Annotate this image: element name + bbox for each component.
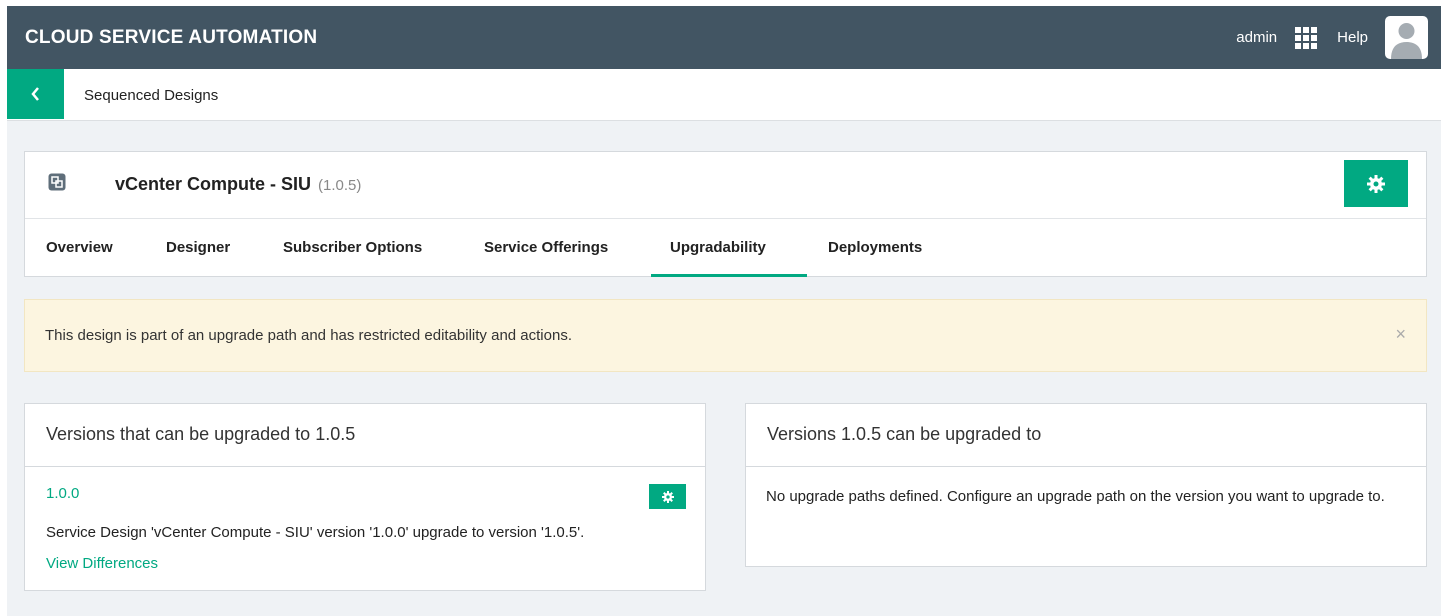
alert-message: This design is part of an upgrade path a… [45, 327, 572, 344]
design-name: vCenter Compute - SIU [115, 174, 312, 194]
active-tab-indicator [651, 274, 807, 277]
gear-icon [1367, 174, 1385, 193]
tab-designer[interactable]: Designer [166, 239, 230, 256]
upgrade-from-panel: Versions that can be upgraded to 1.0.5 1… [24, 403, 706, 591]
gear-icon [661, 490, 674, 503]
version-link[interactable]: 1.0.0 [46, 485, 79, 502]
breadcrumb-label[interactable]: Sequenced Designs [84, 87, 218, 104]
user-menu[interactable]: admin [1236, 29, 1277, 46]
top-bar: CLOUD SERVICE AUTOMATION admin Help [7, 6, 1441, 69]
no-upgrade-paths-message: No upgrade paths defined. Configure an u… [766, 488, 1385, 505]
tab-overview[interactable]: Overview [46, 239, 113, 256]
grid-icon[interactable] [1295, 26, 1318, 49]
view-differences-link[interactable]: View Differences [46, 555, 158, 572]
breadcrumb: Sequenced Designs [7, 69, 1441, 121]
version-settings-button[interactable] [649, 484, 686, 509]
design-icon [48, 173, 66, 191]
app-title: CLOUD SERVICE AUTOMATION [25, 26, 318, 48]
upgrade-to-title: Versions 1.0.5 can be upgraded to [746, 404, 1426, 467]
help-link[interactable]: Help [1337, 29, 1368, 46]
tab-service-offerings[interactable]: Service Offerings [484, 239, 608, 256]
tab-subscriber-options[interactable]: Subscriber Options [283, 239, 422, 256]
tab-upgradability[interactable]: Upgradability [670, 239, 766, 256]
chevron-left-icon [30, 87, 39, 101]
design-settings-button[interactable] [1344, 160, 1408, 207]
version-description: Service Design 'vCenter Compute - SIU' v… [46, 524, 585, 541]
back-button[interactable] [7, 69, 64, 119]
main-content: vCenter Compute - SIU (1.0.5) Overview D… [7, 121, 1441, 616]
upgrade-from-title: Versions that can be upgraded to 1.0.5 [25, 404, 705, 467]
close-icon[interactable]: × [1395, 324, 1406, 345]
design-title: vCenter Compute - SIU (1.0.5) [115, 174, 361, 195]
restriction-alert: This design is part of an upgrade path a… [24, 299, 1427, 372]
tab-deployments[interactable]: Deployments [828, 239, 922, 256]
user-avatar-icon[interactable] [1385, 16, 1428, 59]
tabs-divider [25, 218, 1426, 219]
design-header-card: vCenter Compute - SIU (1.0.5) Overview D… [24, 151, 1427, 277]
design-version: (1.0.5) [318, 177, 362, 194]
top-right-controls: admin Help [1236, 16, 1441, 59]
upgrade-to-panel: Versions 1.0.5 can be upgraded to No upg… [745, 403, 1427, 567]
